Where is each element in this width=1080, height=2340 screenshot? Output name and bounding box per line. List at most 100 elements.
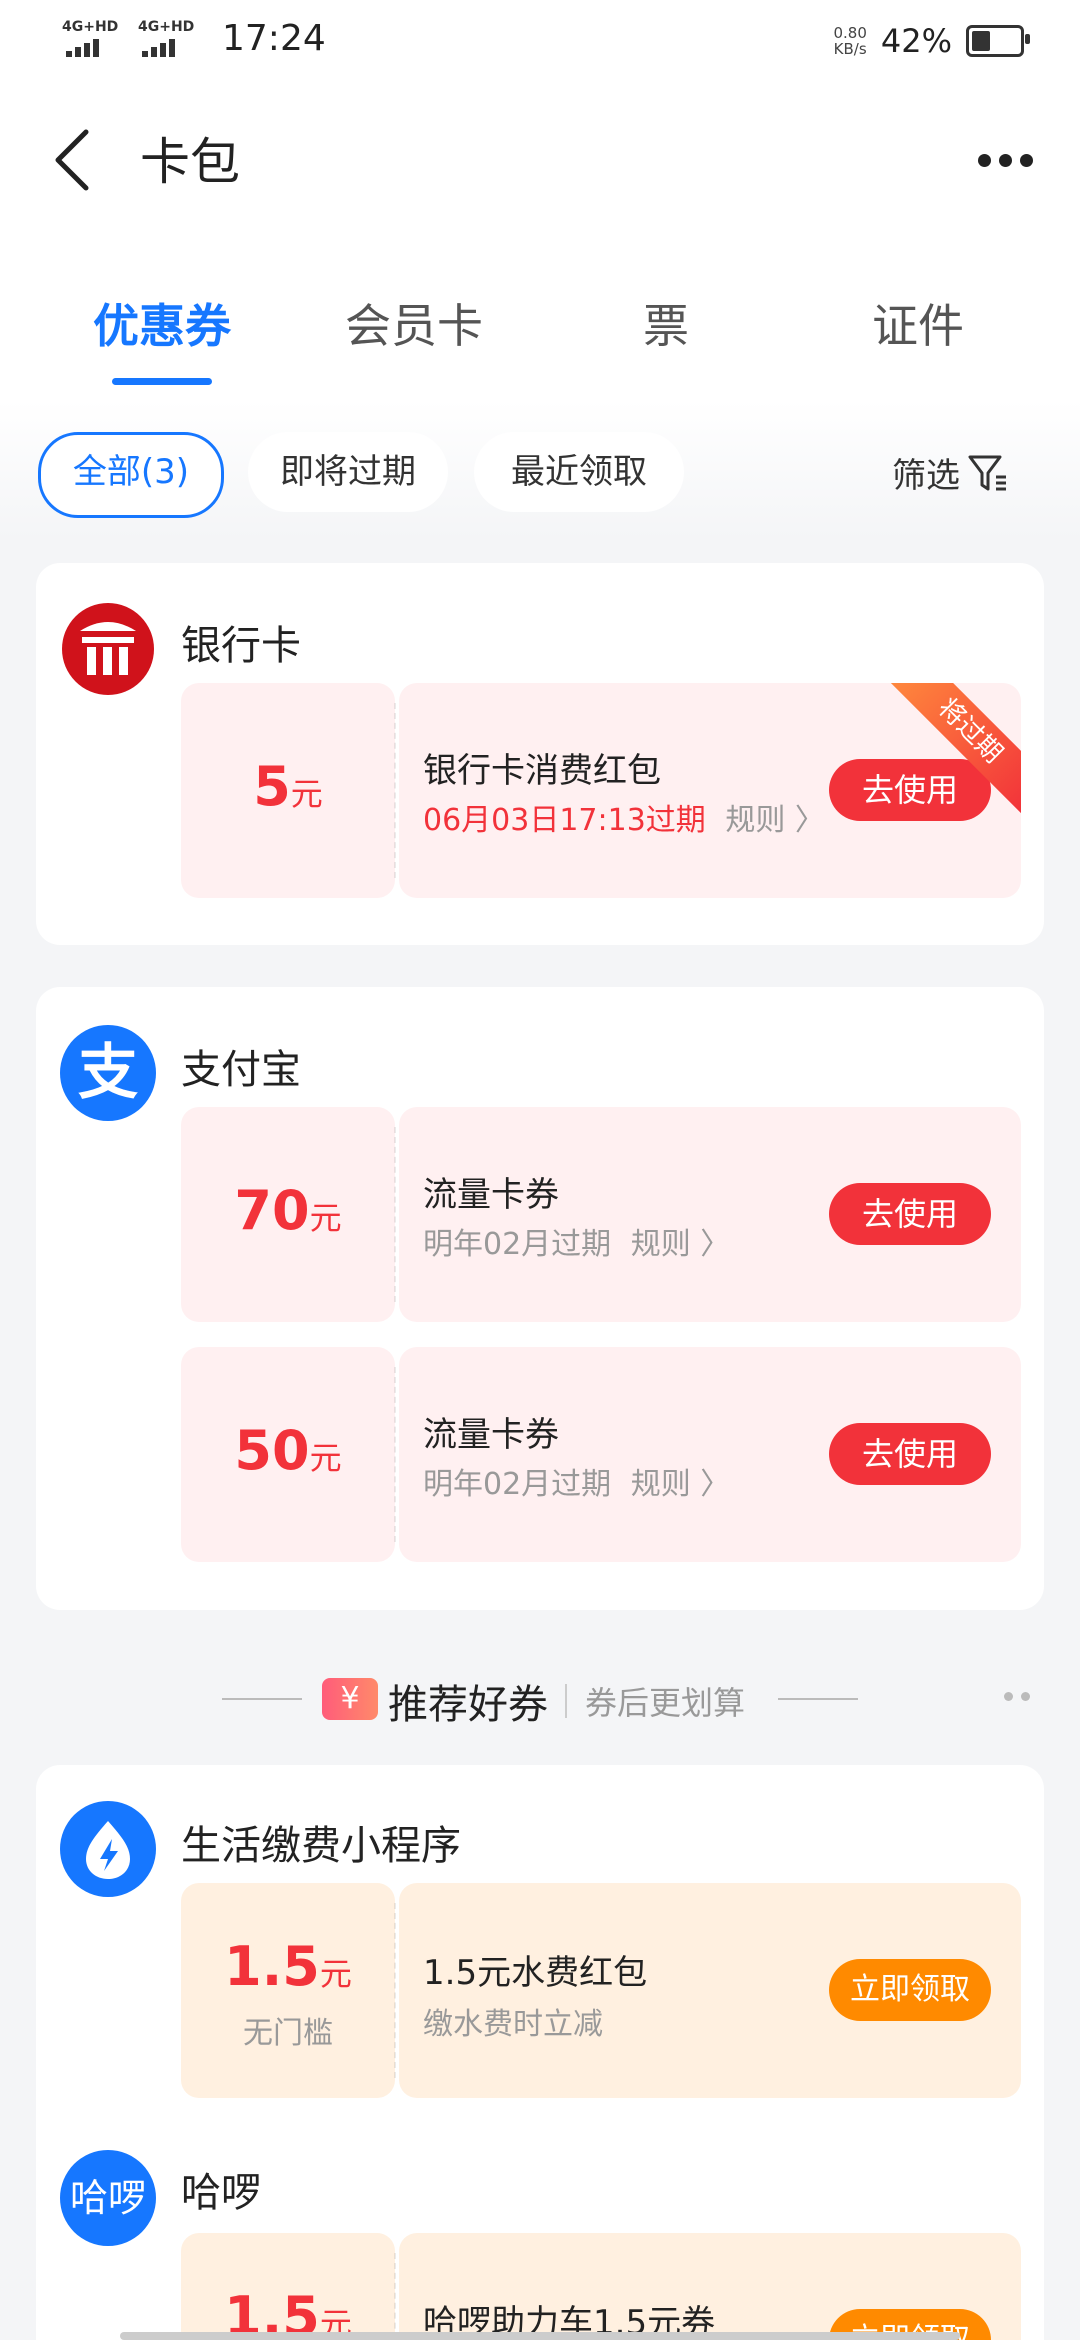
coupon-rule-link[interactable]: 规则 〉	[631, 1467, 731, 1502]
tab-ids[interactable]: 证件	[788, 290, 1048, 356]
network-speed: 0.80 KB/s	[833, 25, 866, 57]
more-dot-icon	[977, 153, 991, 167]
coupon-title: 流量卡券	[423, 1415, 559, 1455]
battery-percent: 42%	[880, 22, 952, 60]
status-left: 4G+HD 4G+HD 17:24	[62, 18, 326, 59]
network-speed-unit: KB/s	[833, 40, 867, 58]
filter-chip-recent[interactable]: 最近领取	[474, 432, 684, 512]
coupon-divider	[394, 1367, 396, 1542]
status-time: 17:24	[222, 18, 326, 59]
filter-chip-all[interactable]: 全部(3)	[38, 432, 224, 518]
coupon-rule-link[interactable]: 规则 〉	[631, 1227, 731, 1262]
coupon-divider	[394, 703, 396, 878]
coupon-item: 5元 银行卡消费红包 06月03日17:13过期 规则 〉 去使用 将过期	[181, 683, 1021, 898]
recommend-line-right	[778, 1698, 858, 1700]
sim1-label: 4G+HD	[62, 18, 119, 35]
recommended-coupon-item: 1.5元 哈啰助力车1.5元券 立即领取	[181, 2233, 1021, 2340]
coupon-ticket-icon: ¥	[322, 1678, 378, 1720]
tab-membership-cards[interactable]: 会员卡	[284, 290, 544, 356]
alipay-logo-icon: 支	[60, 1025, 156, 1121]
coupon-amount-unit: 元	[309, 1439, 342, 1477]
filter-chip-expiring[interactable]: 即将过期	[248, 432, 448, 512]
coupon-amount-value: 50	[234, 1419, 310, 1482]
chevron-right-icon: 〉	[794, 803, 825, 838]
sim2-signal-icon: 4G+HD	[138, 19, 200, 59]
coupon-title: 1.5元水费红包	[423, 1953, 648, 1993]
funnel-icon	[968, 455, 1006, 490]
merchant-card-bank: 银行卡 5元 银行卡消费红包 06月03日17:13过期 规则 〉 去使用 将过…	[36, 563, 1044, 945]
filter-button[interactable]: 筛选	[892, 448, 1010, 497]
coupon-amount: 1.5元	[181, 1935, 395, 1998]
more-dot-icon	[1019, 153, 1033, 167]
merchant-name: 银行卡	[181, 623, 301, 669]
chevron-right-icon: 〉	[700, 1227, 731, 1262]
coupon-title: 银行卡消费红包	[423, 751, 661, 791]
bank-logo-icon	[60, 601, 156, 697]
use-coupon-button[interactable]: 去使用	[829, 759, 991, 821]
coupon-detail-panel: 银行卡消费红包 06月03日17:13过期 规则 〉 去使用 将过期	[399, 683, 1021, 898]
merchant-card-alipay: 支 支付宝 70元 流量卡券 明年02月过期 规则 〉 去使用 50元 流量卡券…	[36, 987, 1044, 1610]
coupon-title: 流量卡券	[423, 1175, 559, 1215]
coupon-expiry: 明年02月过期	[423, 1467, 612, 1502]
coupon-amount-value: 5	[253, 755, 291, 818]
coupon-amount-unit: 元	[309, 1199, 342, 1237]
coupon-divider	[394, 2253, 396, 2340]
tab-tickets[interactable]: 票	[536, 290, 796, 356]
status-bar: 4G+HD 4G+HD 17:24 0.80 KB/s 42%	[0, 0, 1080, 90]
more-options-button[interactable]	[970, 130, 1040, 190]
coupon-amount-panel: 5元	[181, 683, 395, 898]
coupon-amount-panel: 70元	[181, 1107, 395, 1322]
coupon-amount-value: 1.5	[224, 1935, 320, 1998]
claim-coupon-button[interactable]: 立即领取	[829, 1959, 991, 2021]
merchant-name: 生活缴费小程序	[181, 1823, 461, 1869]
coupon-expiry-row: 明年02月过期 规则 〉	[423, 1219, 730, 1263]
coupon-amount-unit: 元	[290, 775, 323, 813]
coupon-amount-panel: 50元	[181, 1347, 395, 1562]
recommend-header: ¥ 推荐好券 券后更划算	[0, 1660, 1080, 1740]
coupon-item: 70元 流量卡券 明年02月过期 规则 〉 去使用	[181, 1107, 1021, 1322]
status-right: 0.80 KB/s 42%	[833, 22, 1030, 60]
coupon-detail-panel: 1.5元水费红包 缴水费时立减 立即领取	[399, 1883, 1021, 2098]
coupon-expiry: 明年02月过期	[423, 1227, 612, 1262]
coupon-detail-panel: 流量卡券 明年02月过期 规则 〉 去使用	[399, 1107, 1021, 1322]
app-header: 卡包	[0, 90, 1080, 230]
hello-logo-icon: 哈啰	[60, 2150, 156, 2246]
chevron-right-icon: 〉	[700, 1467, 731, 1502]
coupon-detail-panel: 哈啰助力车1.5元券 立即领取	[399, 2233, 1021, 2340]
coupon-amount-unit: 元	[319, 1955, 352, 1993]
recommended-coupon-item: 1.5元 无门槛 1.5元水费红包 缴水费时立减 立即领取	[181, 1883, 1021, 2098]
more-dot-icon	[998, 153, 1012, 167]
recommend-subtitle: 券后更划算	[585, 1684, 746, 1722]
coupon-divider	[394, 1127, 396, 1302]
recommend-separator	[565, 1684, 567, 1718]
coupon-amount-panel: 1.5元	[181, 2233, 395, 2340]
lightning-utility-icon	[60, 1801, 156, 1897]
coupon-rule-label: 规则	[630, 1227, 691, 1262]
coupon-rule-label: 规则	[630, 1467, 691, 1502]
coupon-expiry: 06月03日17:13过期	[423, 803, 706, 838]
use-coupon-button[interactable]: 去使用	[829, 1423, 991, 1485]
merchant-name: 哈啰	[181, 2170, 261, 2216]
back-button[interactable]	[40, 120, 110, 200]
coupon-rule-link[interactable]: 规则 〉	[725, 803, 825, 838]
coupon-expiry-row: 06月03日17:13过期 规则 〉	[423, 795, 825, 839]
sim1-signal-icon: 4G+HD	[62, 19, 124, 59]
coupon-divider	[394, 1903, 396, 2078]
recommend-line-left	[222, 1698, 302, 1700]
recommend-title: 推荐好券	[388, 1682, 548, 1728]
tab-coupons[interactable]: 优惠券	[32, 290, 292, 356]
coupon-amount: 50元	[181, 1419, 395, 1482]
coupon-amount-panel: 1.5元 无门槛	[181, 1883, 395, 2098]
coupon-amount: 70元	[181, 1179, 395, 1242]
filter-label: 筛选	[892, 456, 960, 496]
coupon-item: 50元 流量卡券 明年02月过期 规则 〉 去使用	[181, 1347, 1021, 1562]
use-coupon-button[interactable]: 去使用	[829, 1183, 991, 1245]
coupon-desc: 缴水费时立减	[423, 2007, 603, 2042]
coupon-amount-value: 70	[234, 1179, 310, 1242]
card-wallet-page: 4G+HD 4G+HD 17:24 0.80 KB/s 42% 卡包 优惠券 会…	[0, 0, 1080, 2340]
recommend-more-icon[interactable]	[1004, 1692, 1030, 1701]
active-tab-indicator	[112, 378, 212, 385]
home-indicator	[120, 2332, 960, 2340]
coupon-threshold: 无门槛	[243, 2016, 333, 2051]
recommended-coupons-card: 生活缴费小程序 1.5元 无门槛 1.5元水费红包 缴水费时立减 立即领取 哈啰…	[36, 1765, 1044, 2340]
